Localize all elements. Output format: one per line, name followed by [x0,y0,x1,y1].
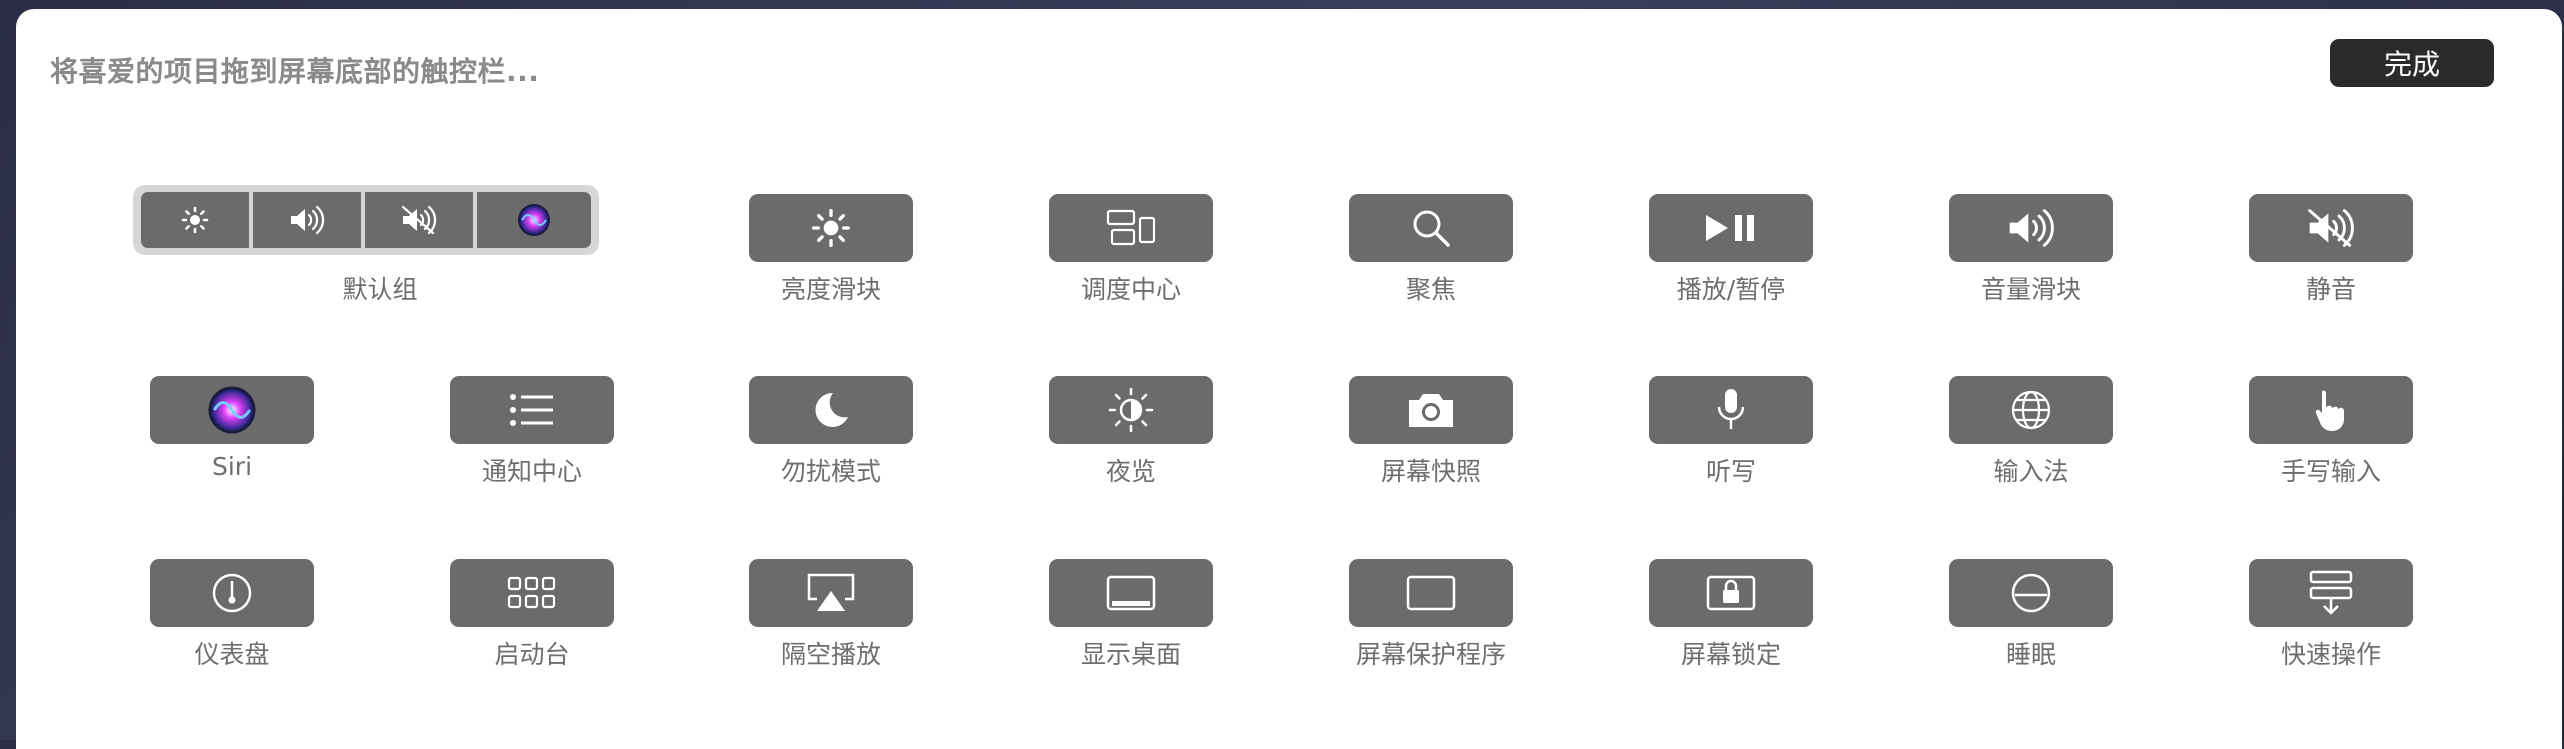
item-label: 音量滑块 [1980,275,2082,304]
item-label: 屏幕锁定 [1680,640,1782,669]
siri-icon [477,192,591,248]
desktop-icon [1106,575,1156,611]
item-label: 调度中心 [1080,275,1182,304]
brightness-slider-item[interactable] [749,194,913,262]
customize-touch-bar-sheet [16,9,2562,749]
mute-item[interactable] [2249,194,2413,262]
sleep-icon [2011,573,2051,613]
notification-center-item[interactable] [450,376,614,444]
quick-actions-icon [2309,570,2353,615]
item-label: 显示桌面 [1080,640,1182,669]
item-label: 聚焦 [1405,275,1457,304]
screen-lock-item[interactable] [1649,559,1813,627]
item-label: Siri [211,452,253,481]
default-group-label: 默认组 [342,275,418,304]
screensaver-icon [1406,575,1456,611]
item-label: 夜览 [1105,457,1157,486]
search-icon [1413,210,1450,247]
quick-actions-item[interactable] [2249,559,2413,627]
item-label: 通知中心 [481,457,583,486]
hand-pointer-icon [2315,390,2344,431]
globe-icon [2011,390,2051,430]
siri-icon [208,386,256,434]
item-label: 屏幕保护程序 [1355,640,1507,669]
brightness-icon [141,192,249,248]
microphone-icon [1717,389,1745,429]
spotlight-item[interactable] [1349,194,1513,262]
item-label: 手写输入 [2280,457,2382,486]
volume-icon [253,192,361,248]
show-desktop-item[interactable] [1049,559,1213,627]
sleep-item[interactable] [1949,559,2113,627]
screenshot-item[interactable] [1349,376,1513,444]
instruction-text: 将喜爱的项目拖到屏幕底部的触控栏... [50,55,540,88]
done-button[interactable]: 完成 [2330,39,2494,87]
lock-icon [1706,575,1756,611]
input-method-item[interactable] [1949,376,2113,444]
play-pause-icon [1706,215,1754,241]
play-pause-item[interactable] [1649,194,1813,262]
dashboard-item[interactable] [150,559,314,627]
airplay-item[interactable] [749,559,913,627]
camera-icon [1409,394,1453,427]
siri-item[interactable] [150,376,314,444]
mission-control-icon [1106,209,1156,246]
brightness-icon [812,209,850,247]
item-label: 输入法 [1993,457,2069,486]
item-label: 静音 [2305,275,2357,304]
item-label: 勿扰模式 [780,457,882,486]
moon-icon [815,392,848,427]
item-label: 隔空播放 [780,640,882,669]
item-label: 仪表盘 [194,640,270,669]
grid-icon [507,576,556,609]
item-label: 听写 [1705,457,1757,486]
item-label: 睡眠 [2005,640,2057,669]
screensaver-item[interactable] [1349,559,1513,627]
do-not-disturb-item[interactable] [749,376,913,444]
night-shift-item[interactable] [1049,376,1213,444]
item-label: 亮度滑块 [780,275,882,304]
list-icon [510,394,553,426]
volume-slider-item[interactable] [1949,194,2113,262]
handwriting-item[interactable] [2249,376,2413,444]
mute-icon [2308,209,2354,247]
mute-icon [365,192,473,248]
launchpad-item[interactable] [450,559,614,627]
dictation-item[interactable] [1649,376,1813,444]
default-group-strip[interactable] [133,185,599,255]
gauge-icon [212,573,252,613]
volume-icon [2009,209,2054,247]
item-label: 启动台 [494,640,570,669]
item-label: 屏幕快照 [1380,457,1482,486]
airplay-icon [807,573,855,611]
mission-control-item[interactable] [1049,194,1213,262]
night-shift-icon [1108,387,1154,433]
item-label: 快速操作 [2280,640,2382,669]
item-label: 播放/暂停 [1676,275,1786,304]
